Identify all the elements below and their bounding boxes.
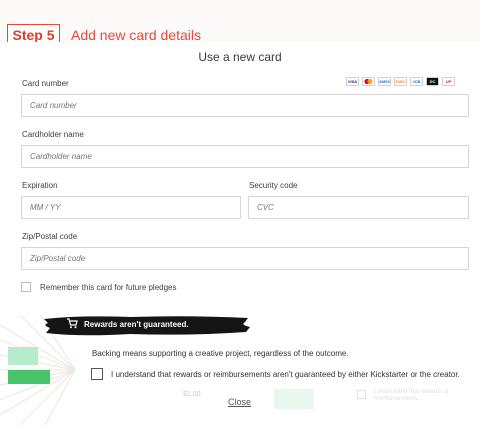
modal-title: Use a new card <box>198 50 282 64</box>
cardholder-label: Cardholder name <box>22 130 84 139</box>
expiration-label: Expiration <box>22 181 58 190</box>
faded-price: $1.00 <box>183 391 201 398</box>
security-code-label: Security code <box>249 181 298 190</box>
remember-card-label: Remember this card for future pledges <box>40 283 177 292</box>
backing-description: Backing means supporting a creative proj… <box>92 349 349 358</box>
cart-icon <box>67 318 78 329</box>
faded-pledge-button <box>274 389 314 409</box>
mastercard-icon <box>362 77 375 86</box>
step-caption: Add new card details <box>71 27 201 43</box>
card-number-input[interactable] <box>21 94 469 117</box>
jcb-icon: JCB <box>410 77 423 86</box>
unionpay-icon: UP <box>442 77 455 86</box>
card-number-label: Card number <box>22 79 69 88</box>
zip-input[interactable] <box>21 247 469 270</box>
rewards-banner-text: Rewards aren't guaranteed. <box>84 320 189 329</box>
faded-note: I understand that rewards or reimburseme… <box>374 389 450 402</box>
faded-checkbox <box>357 390 366 399</box>
visa-icon: VISA <box>346 77 359 86</box>
discover-icon: DISC <box>394 77 407 86</box>
security-code-input[interactable] <box>248 196 469 219</box>
rewards-agreement-checkbox[interactable] <box>91 368 103 380</box>
decorative-green-block <box>8 347 38 365</box>
close-link[interactable]: Close <box>228 397 251 407</box>
decorative-green-block-dark <box>8 370 50 384</box>
card-brand-logos: VISA AMEX DISC JCB DC UP <box>346 77 455 87</box>
remember-card-checkbox[interactable] <box>21 282 31 292</box>
tutorial-header: Step 5 Add new card details <box>0 0 480 48</box>
zip-label: Zip/Postal code <box>22 232 78 241</box>
diners-icon: DC <box>426 77 439 86</box>
expiration-input[interactable] <box>21 196 241 219</box>
cardholder-input[interactable] <box>21 145 469 168</box>
amex-icon: AMEX <box>378 77 391 86</box>
rewards-agreement-label: I understand that rewards or reimburseme… <box>111 370 460 379</box>
